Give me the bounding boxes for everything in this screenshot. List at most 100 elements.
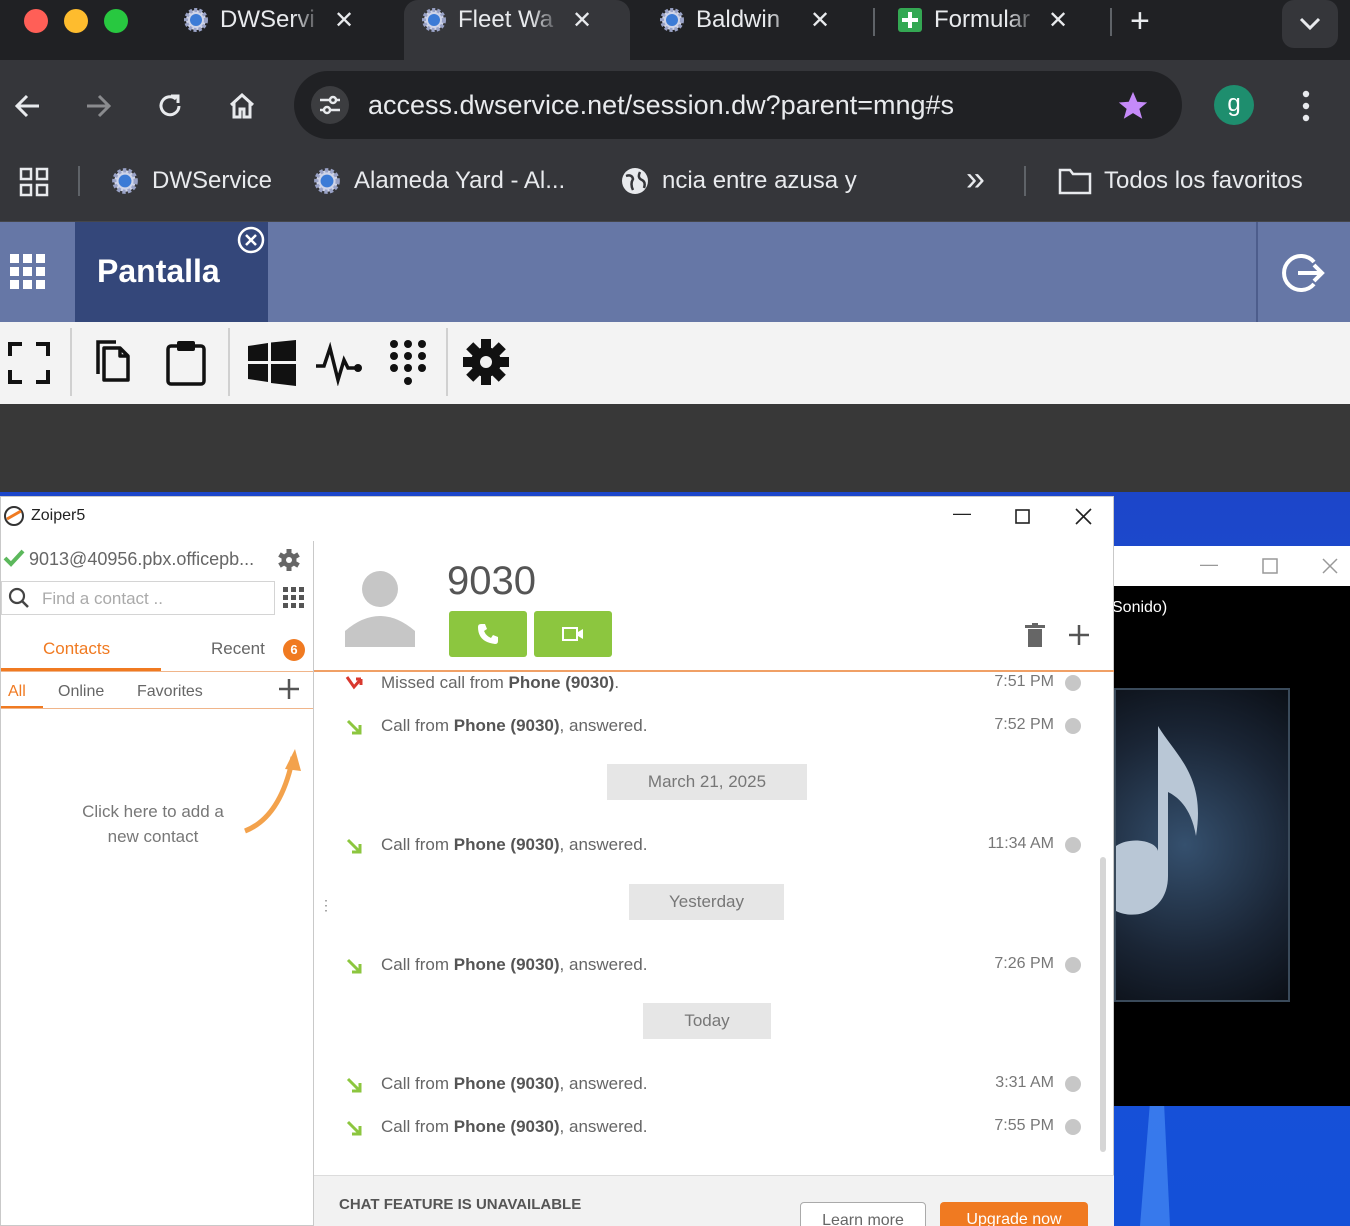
bookmark-star-icon[interactable] xyxy=(1116,89,1150,123)
maximize-icon[interactable] xyxy=(1262,558,1278,574)
incoming-call-arrow-icon xyxy=(346,1120,362,1136)
tab-recent[interactable]: Recent xyxy=(211,639,265,659)
history-message: Call from Phone (9030), answered. xyxy=(381,1074,648,1093)
tab-contacts[interactable]: Contacts xyxy=(43,639,110,659)
close-icon[interactable] xyxy=(1075,508,1092,525)
history-status-icon xyxy=(1065,718,1081,734)
history-item[interactable]: Call from Phone (9030), answered. 7:52 P… xyxy=(341,714,1081,744)
close-tab-icon[interactable]: ✕ xyxy=(334,6,354,35)
add-plus-icon[interactable] xyxy=(1067,623,1091,647)
maximize-window-button[interactable] xyxy=(104,9,128,33)
bookmark-separator xyxy=(78,166,80,196)
history-item[interactable]: Call from Phone (9030), answered. 3:31 A… xyxy=(341,1072,1081,1102)
copy-icon[interactable] xyxy=(94,338,134,384)
splitter-handle-icon[interactable]: ⋮ xyxy=(319,897,333,914)
history-status-icon xyxy=(1065,957,1081,973)
hint-line-1: Click here to add a xyxy=(82,802,224,821)
search-input[interactable]: Find a contact .. xyxy=(1,581,275,615)
media-titlebar: — xyxy=(1114,546,1350,586)
history-scrollbar[interactable] xyxy=(1100,857,1106,1152)
tab-separator xyxy=(1110,8,1112,36)
history-message: Call from Phone (9030), answered. xyxy=(381,716,648,735)
tab-search-button[interactable] xyxy=(1282,0,1338,48)
bookmark-separator xyxy=(1024,166,1026,196)
home-button[interactable] xyxy=(218,82,266,130)
back-button[interactable] xyxy=(4,82,52,130)
video-camera-icon xyxy=(562,627,583,641)
history-item[interactable]: Missed call from Phone (9030). 7:51 PM xyxy=(341,671,1081,701)
browser-toolbar: access.dwservice.net/session.dw?parent=m… xyxy=(0,60,1350,152)
incoming-call-arrow-icon xyxy=(346,1077,362,1093)
account-settings-gear-icon[interactable] xyxy=(277,548,301,572)
account-name: 9013@40956.pbx.officepb... xyxy=(29,549,255,569)
trash-icon[interactable] xyxy=(1025,623,1045,647)
history-status-icon xyxy=(1065,1076,1081,1092)
dwservice-header: Pantalla xyxy=(0,222,1350,322)
browser-tab-4[interactable]: Formular ✕ xyxy=(880,0,1102,60)
history-message: Call from Phone (9030), answered. xyxy=(381,955,648,974)
new-tab-button[interactable]: + xyxy=(1130,2,1150,41)
history-item[interactable]: Call from Phone (9030), answered. 11:34 … xyxy=(341,833,1081,863)
activity-pulse-icon[interactable] xyxy=(316,340,364,386)
all-bookmarks-folder[interactable]: Todos los favoritos xyxy=(1058,166,1303,196)
bookmark-dwservice[interactable]: DWService xyxy=(110,166,272,196)
tab-divider xyxy=(1,671,313,672)
close-tab-icon[interactable]: ✕ xyxy=(1048,6,1068,35)
dialpad-icon[interactable] xyxy=(283,587,305,609)
dwservice-tab-pantalla[interactable]: Pantalla xyxy=(75,222,268,322)
profile-avatar[interactable]: g xyxy=(1214,85,1254,125)
audio-call-button[interactable] xyxy=(449,611,527,657)
paste-clipboard-icon[interactable] xyxy=(164,338,208,386)
address-bar[interactable]: access.dwservice.net/session.dw?parent=m… xyxy=(294,71,1182,139)
forward-button[interactable] xyxy=(74,82,122,130)
add-contact-plus-icon[interactable] xyxy=(277,677,301,701)
date-separator: Today xyxy=(643,1003,771,1039)
keypad-icon[interactable] xyxy=(388,338,428,388)
site-settings-icon[interactable] xyxy=(310,85,350,125)
history-time: 3:31 AM xyxy=(995,1074,1054,1091)
reload-button[interactable] xyxy=(146,82,194,130)
history-item[interactable]: Call from Phone (9030), answered. 7:55 P… xyxy=(341,1115,1081,1145)
filter-favorites[interactable]: Favorites xyxy=(137,683,203,701)
contact-avatar-icon xyxy=(345,571,415,647)
browser-tab-3[interactable]: Baldwin ✕ xyxy=(642,0,864,60)
chevron-down-icon xyxy=(1299,17,1321,31)
close-tab-icon[interactable]: ✕ xyxy=(572,6,592,35)
windows-logo-icon[interactable] xyxy=(248,340,296,386)
date-separator: Yesterday xyxy=(629,884,784,920)
apps-menu-icon[interactable] xyxy=(10,254,46,290)
filter-all[interactable]: All xyxy=(8,683,26,701)
apps-grid-icon[interactable] xyxy=(18,166,50,198)
gear-icon[interactable] xyxy=(462,338,510,386)
close-window-button[interactable] xyxy=(24,9,48,33)
learn-more-button[interactable]: Learn more xyxy=(800,1202,926,1226)
dwservice-gear-icon xyxy=(422,8,446,32)
pane-divider xyxy=(313,541,314,1226)
more-vert-icon[interactable] xyxy=(1296,88,1316,124)
chat-unavailable-bar: CHAT FEATURE IS UNAVAILABLE Learn more U… xyxy=(314,1175,1114,1226)
media-title-text: Sonido) xyxy=(1112,599,1168,616)
logout-icon[interactable] xyxy=(1280,250,1326,296)
incoming-call-arrow-icon xyxy=(346,958,362,974)
history-time: 7:55 PM xyxy=(994,1117,1054,1134)
close-tab-icon[interactable]: ✕ xyxy=(810,6,830,35)
history-item[interactable]: Call from Phone (9030), answered. 7:26 P… xyxy=(341,953,1081,983)
tab-title: Pantalla xyxy=(97,253,220,289)
minimize-window-button[interactable] xyxy=(64,9,88,33)
video-call-button[interactable] xyxy=(534,611,612,657)
bookmark-ncia-entre-azusa[interactable]: ncia entre azusa y xyxy=(620,166,857,196)
fullscreen-icon[interactable] xyxy=(8,342,50,384)
browser-tab-1[interactable]: DWServi ✕ xyxy=(166,0,388,60)
browser-tab-2-active[interactable]: Fleet Wa ✕ xyxy=(404,0,630,60)
remote-screen-view[interactable]: — Sonido) Zoiper5 — 9013@40956.pbx.offic… xyxy=(0,404,1350,1226)
add-contact-hint[interactable]: Click here to add a new contact xyxy=(61,799,245,849)
close-circle-icon[interactable] xyxy=(237,226,265,254)
bookmarks-overflow-button[interactable]: » xyxy=(966,160,985,199)
minimize-icon[interactable]: — xyxy=(1200,554,1218,575)
filter-online[interactable]: Online xyxy=(58,683,104,701)
minimize-icon[interactable]: — xyxy=(953,503,971,524)
bookmark-alameda-yard[interactable]: Alameda Yard - Al... xyxy=(312,166,565,196)
maximize-icon[interactable] xyxy=(1015,509,1031,525)
upgrade-now-button[interactable]: Upgrade now xyxy=(940,1202,1088,1226)
close-icon[interactable] xyxy=(1322,558,1338,574)
